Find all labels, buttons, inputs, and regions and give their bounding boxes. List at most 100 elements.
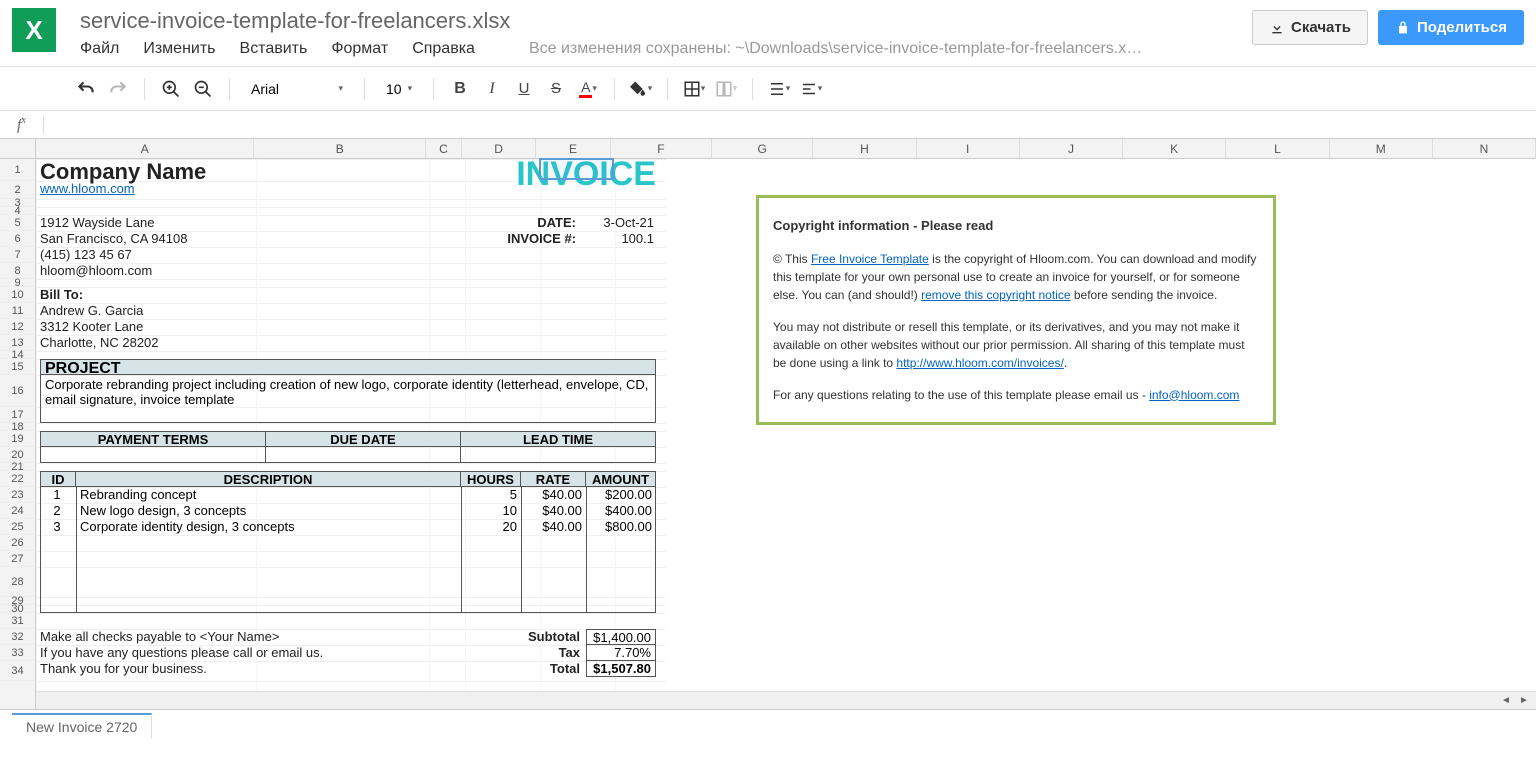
phone[interactable]: (415) 123 45 67 — [40, 247, 132, 262]
item-desc[interactable]: Corporate identity design, 3 concepts — [80, 519, 295, 534]
info-email-link[interactable]: info@hloom.com — [1149, 388, 1239, 402]
sheet-tab[interactable]: New Invoice 2720 — [12, 713, 152, 739]
row-header-23[interactable]: 23 — [0, 487, 35, 503]
row-header-32[interactable]: 32 — [0, 629, 35, 645]
th-payment[interactable]: PAYMENT TERMS — [40, 431, 266, 447]
row-header-26[interactable]: 26 — [0, 535, 35, 551]
row-header-24[interactable]: 24 — [0, 503, 35, 519]
row-header-28[interactable]: 28 — [0, 567, 35, 597]
menu-edit[interactable]: Изменить — [143, 40, 215, 58]
row-header-18[interactable]: 18 — [0, 423, 35, 431]
th-rate[interactable]: RATE — [521, 471, 586, 487]
scroll-left-icon[interactable]: ◄ — [1498, 694, 1514, 708]
th-hours[interactable]: HOURS — [461, 471, 521, 487]
col-header-I[interactable]: I — [917, 139, 1020, 158]
row-header-34[interactable]: 34 — [0, 661, 35, 681]
item-rate[interactable]: $40.00 — [521, 503, 582, 518]
item-id[interactable]: 3 — [42, 519, 72, 534]
col-header-G[interactable]: G — [712, 139, 813, 158]
th-due[interactable]: DUE DATE — [266, 431, 461, 447]
invoice-num-label[interactable]: INVOICE #: — [466, 231, 576, 246]
row-header-7[interactable]: 7 — [0, 247, 35, 263]
row-headers[interactable]: 1234567891011121314151617181920212223242… — [0, 159, 36, 709]
hloom-invoices-link[interactable]: http://www.hloom.com/invoices/ — [896, 356, 1063, 370]
select-all-corner[interactable] — [0, 139, 36, 159]
item-amount[interactable]: $400.00 — [586, 503, 652, 518]
addr1[interactable]: 1912 Wayside Lane — [40, 215, 154, 230]
col-header-H[interactable]: H — [813, 139, 916, 158]
project-desc[interactable]: Corporate rebranding project including c… — [40, 375, 656, 423]
subtotal-label[interactable]: Subtotal — [506, 629, 580, 644]
col-header-N[interactable]: N — [1433, 139, 1536, 158]
menu-format[interactable]: Формат — [331, 40, 388, 58]
zoom-out-button[interactable] — [189, 75, 217, 103]
row-header-11[interactable]: 11 — [0, 303, 35, 319]
share-button[interactable]: Поделиться — [1378, 10, 1524, 45]
footer2[interactable]: If you have any questions please call or… — [40, 645, 323, 660]
menu-file[interactable]: Файл — [80, 40, 119, 58]
website-link[interactable]: www.hloom.com — [40, 181, 135, 196]
item-hours[interactable]: 10 — [461, 503, 517, 518]
row-header-27[interactable]: 27 — [0, 551, 35, 567]
horizontal-scrollbar[interactable]: ◄ ► — [36, 691, 1536, 709]
bill-to-addr1[interactable]: 3312 Kooter Lane — [40, 319, 143, 334]
item-desc[interactable]: New logo design, 3 concepts — [80, 503, 246, 518]
item-rate[interactable]: $40.00 — [521, 519, 582, 534]
th-amount[interactable]: AMOUNT — [586, 471, 656, 487]
spreadsheet-grid[interactable]: ABCDEFGHIJKLMN 1234567891011121314151617… — [0, 139, 1536, 709]
th-id[interactable]: ID — [40, 471, 76, 487]
merge-button[interactable] — [712, 75, 740, 103]
item-hours[interactable]: 5 — [461, 487, 517, 502]
col-header-B[interactable]: B — [254, 139, 426, 158]
download-button[interactable]: Скачать — [1252, 10, 1368, 45]
item-id[interactable]: 2 — [42, 503, 72, 518]
column-headers[interactable]: ABCDEFGHIJKLMN — [36, 139, 1536, 159]
bill-to-label[interactable]: Bill To: — [40, 287, 83, 302]
valign-button[interactable] — [765, 75, 793, 103]
remove-notice-link[interactable]: remove this copyright notice — [921, 288, 1070, 302]
underline-button[interactable]: U — [510, 75, 538, 103]
row-header-9[interactable]: 9 — [0, 279, 35, 287]
total-label[interactable]: Total — [506, 661, 580, 676]
row-header-31[interactable]: 31 — [0, 613, 35, 629]
menu-insert[interactable]: Вставить — [240, 40, 308, 58]
row-header-14[interactable]: 14 — [0, 351, 35, 359]
text-color-button[interactable]: A — [574, 75, 602, 103]
free-template-link[interactable]: Free Invoice Template — [811, 252, 929, 266]
row-header-22[interactable]: 22 — [0, 471, 35, 487]
invoice-heading[interactable]: INVOICE — [476, 155, 656, 194]
font-select[interactable]: Arial — [242, 78, 352, 100]
row-header-19[interactable]: 19 — [0, 431, 35, 447]
scroll-right-icon[interactable]: ► — [1516, 694, 1532, 708]
fill-color-button[interactable] — [627, 75, 655, 103]
undo-button[interactable] — [72, 75, 100, 103]
redo-button[interactable] — [104, 75, 132, 103]
row-header-10[interactable]: 10 — [0, 287, 35, 303]
item-id[interactable]: 1 — [42, 487, 72, 502]
row-header-25[interactable]: 25 — [0, 519, 35, 535]
item-amount[interactable]: $200.00 — [586, 487, 652, 502]
total-value[interactable]: $1,507.80 — [586, 661, 656, 677]
row-header-1[interactable]: 1 — [0, 159, 35, 181]
footer1[interactable]: Make all checks payable to <Your Name> — [40, 629, 279, 644]
zoom-in-button[interactable] — [157, 75, 185, 103]
footer3[interactable]: Thank you for your business. — [40, 661, 207, 676]
row-header-33[interactable]: 33 — [0, 645, 35, 661]
italic-button[interactable]: I — [478, 75, 506, 103]
row-header-5[interactable]: 5 — [0, 215, 35, 231]
invoice-num-value[interactable]: 100.1 — [596, 231, 654, 246]
item-rate[interactable]: $40.00 — [521, 487, 582, 502]
tax-label[interactable]: Tax — [506, 645, 580, 660]
bill-to-addr2[interactable]: Charlotte, NC 28202 — [40, 335, 159, 350]
copyright-box[interactable]: Copyright information - Please read © Th… — [756, 195, 1276, 425]
email[interactable]: hloom@hloom.com — [40, 263, 152, 278]
row-header-30[interactable]: 30 — [0, 605, 35, 613]
row-header-4[interactable]: 4 — [0, 207, 35, 215]
row-header-16[interactable]: 16 — [0, 375, 35, 407]
menu-help[interactable]: Справка — [412, 40, 475, 58]
item-hours[interactable]: 20 — [461, 519, 517, 534]
col-header-C[interactable]: C — [426, 139, 462, 158]
col-header-J[interactable]: J — [1020, 139, 1123, 158]
strikethrough-button[interactable]: S — [542, 75, 570, 103]
cells[interactable]: Company Name www.hloom.com INVOICE 1912 … — [36, 159, 1536, 709]
